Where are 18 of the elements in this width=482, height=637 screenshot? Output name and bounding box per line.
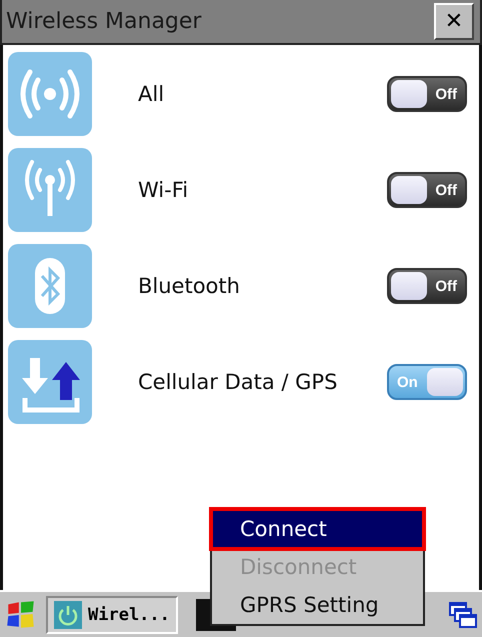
radio-label: Cellular Data / GPS (138, 370, 338, 394)
power-icon (54, 600, 82, 628)
window-title: Wireless Manager (6, 9, 202, 34)
broadcast-icon (8, 52, 92, 136)
radio-label: Bluetooth (138, 274, 241, 298)
radio-label: Wi-Fi (138, 178, 190, 202)
taskbar-app-button[interactable]: Wirel... (46, 596, 178, 634)
antenna-icon (8, 148, 92, 232)
windows-icon[interactable] (448, 600, 478, 630)
radio-label: All (138, 82, 166, 106)
menu-item[interactable]: GPRS Setting (212, 586, 423, 624)
menu-item[interactable]: Connect (212, 510, 423, 548)
upload-download-icon (8, 340, 92, 424)
toggle-switch[interactable]: Off (387, 76, 467, 112)
toggle-switch[interactable]: Off (387, 172, 467, 208)
toggle-switch[interactable]: Off (387, 268, 467, 304)
bluetooth-icon (8, 244, 92, 328)
close-button[interactable]: ✕ (434, 3, 474, 40)
